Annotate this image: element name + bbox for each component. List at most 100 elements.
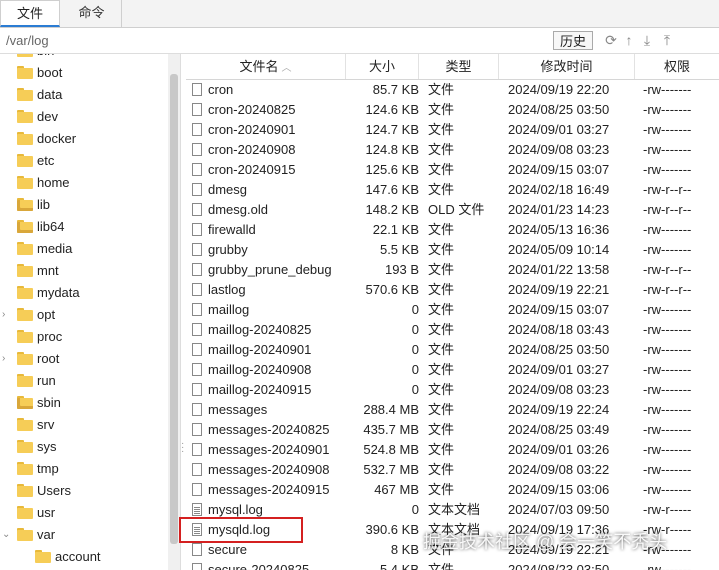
history-button[interactable]: 历史 bbox=[553, 31, 593, 50]
file-icon bbox=[192, 443, 202, 456]
table-row[interactable]: messages-20240825 435.7 MB 文件 2024/08/25 03… bbox=[186, 420, 719, 440]
table-row[interactable]: grubby 5.5 KB 文件 2024/05/09 10:14 -rw------- bbox=[186, 240, 719, 260]
cell-perm: -rw------- bbox=[643, 142, 692, 157]
tree-item[interactable]: lib bbox=[0, 194, 168, 216]
tree-item-label: root bbox=[37, 351, 60, 366]
tree-item[interactable]: home bbox=[0, 172, 168, 194]
cell-name: lastlog bbox=[208, 282, 246, 297]
table-row[interactable]: lastlog 570.6 KB 文件 2024/09/19 22:21 -rw-r--… bbox=[186, 280, 719, 300]
cell-perm: -rw------- bbox=[643, 342, 692, 357]
tree-item[interactable]: tmp bbox=[0, 458, 168, 480]
table-row[interactable]: cron-20240915 125.6 KB 文件 2024/09/15 03:07 -… bbox=[186, 160, 719, 180]
file-icon bbox=[192, 83, 202, 96]
tree-item[interactable]: ⌄ var bbox=[0, 524, 168, 546]
table-row[interactable]: maillog 0 文件 2024/09/15 03:07 -rw------- bbox=[186, 300, 719, 320]
tree-scrollbar-thumb[interactable] bbox=[170, 74, 178, 544]
cell-size: 435.7 MB bbox=[363, 422, 419, 437]
table-row[interactable]: messages-20240915 467 MB 文件 2024/09/15 03:0… bbox=[186, 480, 719, 500]
table-row[interactable]: grubby_prune_debug 193 B 文件 2024/01/22 13:5… bbox=[186, 260, 719, 280]
tree-item[interactable]: dev bbox=[0, 106, 168, 128]
tree-item-label: Users bbox=[37, 483, 71, 498]
tree-item[interactable]: mnt bbox=[0, 260, 168, 282]
tree-item[interactable]: › root bbox=[0, 348, 168, 370]
tree-item[interactable]: boot bbox=[0, 62, 168, 84]
table-row[interactable]: messages 288.4 MB 文件 2024/09/19 22:24 -rw---… bbox=[186, 400, 719, 420]
table-row[interactable]: cron-20240908 124.8 KB 文件 2024/09/08 03:23 -… bbox=[186, 140, 719, 160]
column-header-size[interactable]: 大小 bbox=[346, 54, 419, 79]
table-row[interactable]: cron-20240825 124.6 KB 文件 2024/08/25 03:50 -… bbox=[186, 100, 719, 120]
tree-item[interactable]: srv bbox=[0, 414, 168, 436]
table-row[interactable]: maillog-20240901 0 文件 2024/08/25 03:50 -rw--… bbox=[186, 340, 719, 360]
table-row[interactable]: cron-20240901 124.7 KB 文件 2024/09/01 03:27 -… bbox=[186, 120, 719, 140]
cell-size: 22.1 KB bbox=[372, 222, 419, 237]
tree-item[interactable]: proc bbox=[0, 326, 168, 348]
file-icon bbox=[192, 483, 202, 496]
folder-icon bbox=[17, 264, 33, 277]
file-icon bbox=[192, 223, 202, 236]
tab-commands[interactable]: 命令 bbox=[62, 0, 122, 27]
upload-icon[interactable]: ⤒ bbox=[659, 32, 675, 48]
table-row[interactable]: messages-20240901 524.8 MB 文件 2024/09/01 03… bbox=[186, 440, 719, 460]
folder-icon bbox=[17, 396, 33, 409]
tree-item[interactable]: › opt bbox=[0, 304, 168, 326]
cell-name: cron bbox=[208, 82, 234, 97]
tree-item[interactable]: sys bbox=[0, 436, 168, 458]
tree-item[interactable]: usr bbox=[0, 502, 168, 524]
cell-name: maillog-20240901 bbox=[208, 342, 312, 357]
tree-item[interactable]: Users bbox=[0, 480, 168, 502]
chevron-down-icon[interactable]: ⌄ bbox=[2, 528, 12, 542]
tree-item[interactable]: lib64 bbox=[0, 216, 168, 238]
column-header-time[interactable]: 修改时间 bbox=[499, 54, 635, 79]
path-input[interactable]: /var/log bbox=[6, 33, 49, 48]
cell-name: dmesg.old bbox=[208, 202, 268, 217]
tree-item[interactable]: docker bbox=[0, 128, 168, 150]
tab-bar: 文件 命令 bbox=[0, 0, 719, 28]
path-bar: /var/log 历史 ⟳ ↑ ⤓ ⤒ bbox=[0, 28, 719, 54]
tree-item[interactable]: etc bbox=[0, 150, 168, 172]
cell-perm: -rw------- bbox=[643, 122, 692, 137]
cell-perm: -rw------- bbox=[643, 322, 692, 337]
tree-item[interactable]: media bbox=[0, 238, 168, 260]
cell-type: 文件 bbox=[428, 442, 455, 457]
download-icon[interactable]: ⤓ bbox=[639, 32, 655, 48]
table-row[interactable]: messages-20240908 532.7 MB 文件 2024/09/08 03… bbox=[186, 460, 719, 480]
cell-name: maillog-20240915 bbox=[208, 382, 312, 397]
tree-scrollbar[interactable] bbox=[168, 54, 180, 570]
cell-time: 2024/09/19 22:20 bbox=[508, 82, 610, 97]
folder-icon bbox=[17, 440, 33, 453]
tab-files[interactable]: 文件 bbox=[0, 0, 60, 27]
up-arrow-icon[interactable]: ↑ bbox=[621, 32, 637, 48]
cell-size: 0 bbox=[411, 382, 419, 397]
table-row[interactable]: maillog-20240915 0 文件 2024/09/08 03:23 -rw--… bbox=[186, 380, 719, 400]
cell-perm: -rw------- bbox=[643, 462, 692, 477]
chevron-right-icon[interactable]: › bbox=[2, 352, 12, 366]
table-row[interactable]: cron 85.7 KB 文件 2024/09/19 22:20 -rw------- bbox=[186, 80, 719, 100]
tree-item[interactable]: sbin bbox=[0, 392, 168, 414]
tree-item-label: usr bbox=[37, 505, 56, 520]
cell-type: 文件 bbox=[428, 282, 455, 297]
tree-item[interactable]: bin bbox=[0, 54, 168, 62]
splitter-grip-icon[interactable]: · · · bbox=[181, 439, 184, 457]
column-header-type[interactable]: 类型 bbox=[419, 54, 499, 79]
table-row[interactable]: secure-20240825 5.4 KB 文件 2024/08/23 03:50 -… bbox=[186, 560, 719, 570]
file-icon bbox=[192, 403, 202, 416]
table-row[interactable]: maillog-20240908 0 文件 2024/09/01 03:27 -rw--… bbox=[186, 360, 719, 380]
table-row[interactable]: maillog-20240825 0 文件 2024/08/18 03:43 -rw--… bbox=[186, 320, 719, 340]
tree-item-label: run bbox=[37, 373, 56, 388]
cell-name: messages bbox=[208, 402, 268, 417]
tree-item[interactable]: run bbox=[0, 370, 168, 392]
tree-item[interactable]: data bbox=[0, 84, 168, 106]
folder-icon bbox=[17, 110, 33, 123]
chevron-right-icon[interactable]: › bbox=[2, 308, 12, 322]
table-row[interactable]: dmesg 147.6 KB 文件 2024/02/18 16:49 -rw-r--r-… bbox=[186, 180, 719, 200]
tree-item[interactable]: mydata bbox=[0, 282, 168, 304]
table-row[interactable]: firewalld 22.1 KB 文件 2024/05/13 16:36 -rw---… bbox=[186, 220, 719, 240]
refresh-icon[interactable]: ⟳ bbox=[603, 32, 619, 48]
column-header-name[interactable]: 文件名 ︿ bbox=[186, 54, 346, 79]
tree-item[interactable]: account bbox=[0, 546, 168, 568]
cell-type: 文件 bbox=[428, 322, 455, 337]
cell-time: 2024/09/01 03:27 bbox=[508, 122, 610, 137]
tree-item-label: sys bbox=[37, 439, 57, 454]
column-header-perm[interactable]: 权限 bbox=[635, 54, 719, 79]
table-row[interactable]: dmesg.old 148.2 KB OLD 文件 2024/01/23 14:23 -… bbox=[186, 200, 719, 220]
